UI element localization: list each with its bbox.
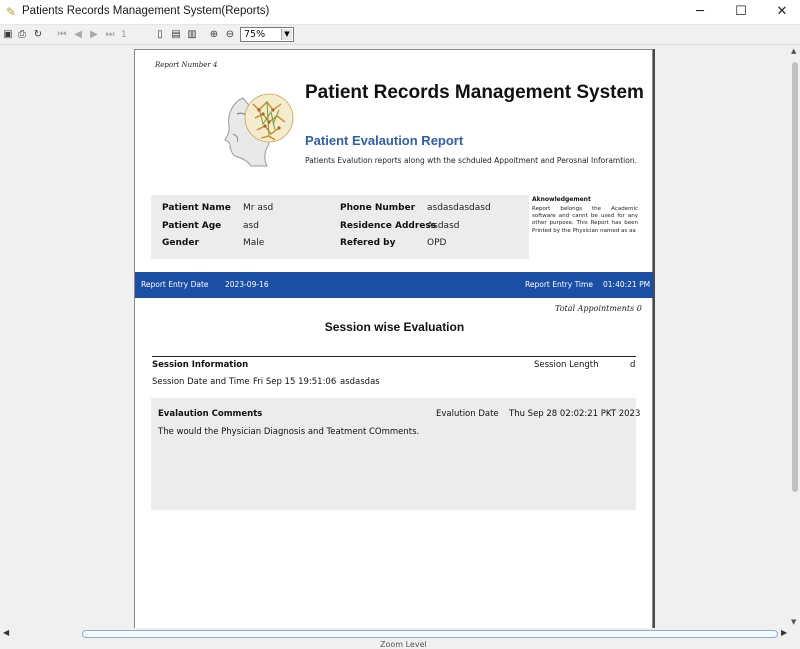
section-title: Session wise Evaluation [324, 320, 465, 334]
referred-label: Refered by [340, 238, 396, 248]
first-page-icon[interactable]: ⏮ [56, 28, 68, 41]
evaluation-comments-label: Evalaution Comments [158, 409, 263, 419]
evaluation-date-value: Thu Sep 28 02:02:21 PKT 2023 [509, 409, 641, 419]
address-value: Asdasd [427, 221, 460, 231]
session-datetime-value: Fri Sep 15 19:51:06 [253, 377, 337, 387]
next-page-icon[interactable]: ▶ [88, 28, 100, 41]
entry-date-value: 2023-09-16 [225, 280, 269, 289]
close-button[interactable]: ✕ [762, 0, 800, 25]
section-divider [152, 356, 636, 357]
evaluation-date-label: Evalution Date [436, 409, 499, 419]
chevron-down-icon[interactable]: ▼ [281, 29, 292, 40]
session-info-label: Session Information [152, 360, 249, 370]
horizontal-scroll-thumb[interactable] [82, 630, 778, 638]
phone-label: Phone Number [340, 203, 416, 213]
gender-value: Male [243, 238, 265, 248]
patient-info-panel: Patient Name Mr asd Patient Age asd Gend… [151, 195, 529, 259]
refresh-icon[interactable]: ↻ [32, 28, 44, 41]
session-extra-value: asdasdas [340, 377, 380, 387]
evaluation-panel: Evalaution Comments Evalution Date Thu S… [151, 398, 640, 510]
report-subtitle: Patient Evalaution Report [305, 133, 464, 148]
fit-width-icon[interactable]: ▥ [186, 28, 198, 41]
fit-page-icon[interactable]: ▤ [170, 28, 182, 41]
report-number: Report Number 4 [155, 61, 218, 69]
phone-value: asdasdasdasd [427, 203, 491, 213]
patient-name-value: Mr asd [243, 203, 274, 213]
maximize-button[interactable]: ☐ [721, 0, 761, 25]
report-title: Patient Records Management System [305, 82, 644, 103]
print-icon[interactable]: ⎙ [16, 28, 28, 41]
zoom-out-icon[interactable]: ⊖ [224, 28, 236, 41]
page-number-field[interactable]: 1 [118, 28, 146, 42]
patient-name-label: Patient Name [162, 203, 231, 213]
referred-value: OPD [427, 238, 447, 248]
scroll-right-icon[interactable]: ▶ [781, 628, 787, 637]
address-label: Residence Address [340, 221, 437, 231]
last-page-icon[interactable]: ⏭ [104, 28, 116, 41]
zoom-select[interactable]: 75% ▼ [240, 27, 294, 42]
session-length-value: d [630, 360, 636, 370]
patient-age-value: asd [243, 221, 259, 231]
minimize-button[interactable]: ─ [680, 0, 720, 25]
entry-time-value: 01:40:21 PM [603, 280, 651, 289]
acknowledgement-title: Aknowledgement [532, 196, 591, 203]
zoom-in-icon[interactable]: ⊕ [208, 28, 220, 41]
actual-size-icon[interactable]: ▯ [154, 28, 166, 41]
patient-age-label: Patient Age [162, 221, 222, 231]
zoom-value: 75% [244, 29, 266, 40]
entry-time-label: Report Entry Time [525, 280, 593, 289]
gender-label: Gender [162, 238, 199, 248]
report-page: Report Number 4 Patient Records Manageme… [134, 49, 653, 634]
save-icon[interactable]: ▣ [2, 28, 14, 41]
window-title: Patients Records Management System(Repor… [22, 5, 270, 17]
vertical-scroll-thumb[interactable] [792, 62, 798, 492]
session-datetime-label: Session Date and Time [152, 377, 250, 387]
ai-head-logo-icon [224, 93, 294, 167]
evaluation-comment-text: The would the Physician Diagnosis and Te… [158, 427, 420, 437]
report-toolbar: ▣ ⎙ ↻ ⏮ ◀ ▶ ⏭ 1 ▯ ▤ ▥ ⊕ ⊖ 75% ▼ [0, 25, 800, 45]
prev-page-icon[interactable]: ◀ [72, 28, 84, 41]
scroll-up-icon[interactable]: ▲ [791, 47, 796, 55]
title-bar: ✎ Patients Records Management System(Rep… [0, 0, 800, 25]
scroll-down-icon[interactable]: ▼ [791, 618, 796, 626]
entry-date-label: Report Entry Date [141, 280, 209, 289]
report-description: Patients Evalution reports along wth the… [305, 156, 637, 165]
scroll-left-icon[interactable]: ◀ [3, 628, 9, 637]
report-entry-bar: Report Entry Date 2023-09-16 Report Entr… [135, 272, 653, 298]
session-length-label: Session Length [534, 360, 599, 370]
app-icon: ✎ [6, 5, 17, 19]
total-appointments: Total Appointments 0 [555, 304, 642, 313]
status-bar-text: Zoom Level [380, 640, 427, 649]
acknowledgement-text: Report belongs the Academic software and… [532, 206, 638, 234]
